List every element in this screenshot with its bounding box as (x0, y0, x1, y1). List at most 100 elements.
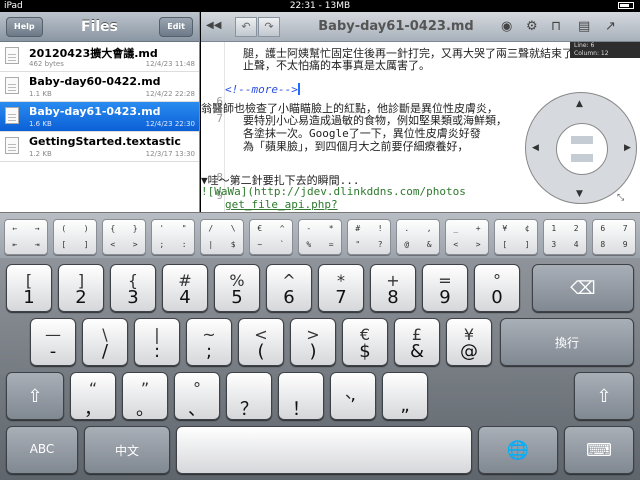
code-line[interactable]: get_file_api.php? (225, 198, 338, 211)
expand-icon[interactable]: ⤡ (617, 193, 624, 203)
extra-key[interactable]: ' "; : (151, 219, 195, 255)
document-icon (5, 107, 19, 124)
key-exclamation[interactable]: ！ (278, 372, 324, 420)
document-icon (5, 47, 19, 64)
file-item[interactable]: 20120423擴大會議.md 462 bytes 12/4/23 11:48 (0, 42, 199, 72)
code-line[interactable]: <!--more--> (225, 83, 300, 96)
extra-key[interactable]: # ! " ? (347, 219, 391, 255)
file-item[interactable]: Baby-day60-0422.md 1.1 KB 12/4/22 22:28 (0, 72, 199, 102)
key-slash[interactable]: \ / (82, 318, 128, 366)
hide-keyboard-key[interactable]: ⌨ (564, 426, 634, 474)
code-line[interactable]: ![WaWa](http://jdev.dlinkddns.com/photos (201, 185, 466, 198)
file-date: 12/3/17 13:30 (145, 150, 195, 158)
key-0[interactable]: ° 0 (474, 264, 520, 312)
clock: 22:31 (289, 1, 316, 11)
key-7[interactable]: * 7 (318, 264, 364, 312)
shift-left-key[interactable]: ⇧ (6, 372, 64, 420)
status-bar: iPad 22:31 - 13MB (0, 0, 640, 12)
selection-handle[interactable] (556, 123, 608, 175)
share-icon[interactable]: ↗ (605, 19, 616, 34)
arrow-right-icon[interactable]: ▶ (624, 143, 631, 153)
file-date: 12/4/23 11:48 (145, 60, 195, 68)
key-open-paren[interactable]: <( (238, 318, 284, 366)
extra-key[interactable]: ( )[ ] (53, 219, 97, 255)
space-key[interactable] (176, 426, 472, 474)
file-item[interactable]: GettingStarted.textastic 1.2 KB 12/3/17 … (0, 132, 199, 162)
document-title: Baby-day61-0423.md (318, 19, 474, 34)
preview-eye-icon[interactable]: ◉ (501, 19, 512, 34)
shift-right-key[interactable]: ⇧ (574, 372, 634, 420)
key-low-quote[interactable]: „ (382, 372, 428, 420)
file-date: 12/4/22 22:28 (145, 90, 195, 98)
extra-key[interactable]: _ + < > (445, 219, 489, 255)
backspace-icon: ⌫ (570, 278, 596, 299)
file-item-selected[interactable]: Baby-day61-0423.md 1.6 KB 12/4/23 22:30 (0, 102, 199, 132)
file-size: 1.6 KB (29, 120, 52, 128)
more-comment: <!--more--> (225, 83, 298, 96)
arrow-up-icon[interactable]: ▲ (576, 99, 583, 109)
file-size: 462 bytes (29, 60, 64, 68)
extra-key[interactable]: € ^ ~ ` (249, 219, 293, 255)
settings-gear-icon[interactable]: ⚙ (526, 19, 538, 34)
symbols-icon[interactable]: ⊓ (551, 19, 561, 34)
document-icon[interactable]: ▤ (578, 19, 590, 34)
extra-key[interactable]: - *% = (298, 219, 342, 255)
file-sidebar: Help Files Edit 20120423擴大會議.md 462 byte… (0, 12, 200, 212)
extra-key[interactable]: { } < > (102, 219, 146, 255)
key-9[interactable]: = 9 (422, 264, 468, 312)
key-ideographic-comma[interactable]: °、 (174, 372, 220, 420)
key-fullwidth-period[interactable]: ”。 (122, 372, 168, 420)
extra-key[interactable]: 1 23 4 (543, 219, 587, 255)
document-icon (5, 137, 19, 154)
key-6[interactable]: ^ 6 (266, 264, 312, 312)
text-caret (297, 83, 300, 95)
arrow-left-icon[interactable]: ◀ (532, 143, 539, 153)
editor-toolbar: ◀◀ ↶ ↷ Baby-day61-0423.md ◉ ⚙ ⊓ ▤ ↗ (201, 12, 640, 42)
extra-key[interactable]: ← → ⇤ ⇥ (4, 219, 48, 255)
document-icon (5, 77, 19, 94)
globe-icon: 🌐 (506, 440, 530, 461)
extra-key[interactable]: ¥ ¢[ ] (494, 219, 538, 255)
memory-readout: 13MB (324, 1, 351, 11)
onscreen-keyboard: [1 ] 2 {3 #4 % 5 ^ 6 * 7 +8 = 9 ° 0 ⌫ — - \ / |:… (0, 258, 640, 480)
key-dollar[interactable]: € $ (342, 318, 388, 366)
undo-icon[interactable]: ↶ (235, 17, 257, 37)
key-1[interactable]: [1 (6, 264, 52, 312)
redo-icon[interactable]: ↷ (258, 17, 280, 37)
backspace-key[interactable]: ⌫ (532, 264, 634, 312)
key-close-paren[interactable]: >) (290, 318, 336, 366)
file-name: GettingStarted.textastic (29, 135, 181, 148)
key-hyphen[interactable]: — - (30, 318, 76, 366)
return-key[interactable]: 換行 (500, 318, 634, 366)
chinese-key[interactable]: 中文 (84, 426, 170, 474)
file-date: 12/4/23 22:30 (145, 120, 195, 128)
key-5[interactable]: % 5 (214, 264, 260, 312)
key-at[interactable]: ¥ @ (446, 318, 492, 366)
key-apostrophe[interactable]: 、’ (330, 372, 376, 420)
key-4[interactable]: #4 (162, 264, 208, 312)
file-name: Baby-day61-0423.md (29, 105, 161, 118)
key-8[interactable]: +8 (370, 264, 416, 312)
key-colon[interactable]: |: (134, 318, 180, 366)
cursor-position: Line: 6 Column: 12 (570, 42, 640, 58)
extra-key[interactable]: . , @ & (396, 219, 440, 255)
key-3[interactable]: {3 (110, 264, 156, 312)
code-line[interactable]: 為「蘋果臉」，到四個月大之前要仔細療養好， (243, 138, 469, 154)
key-semicolon[interactable]: ~; (186, 318, 232, 366)
edit-button[interactable]: Edit (159, 17, 193, 37)
code-line[interactable]: 止聲，不太怕痛的本事真是太厲害了。 (243, 57, 430, 73)
arrow-down-icon[interactable]: ▼ (576, 189, 583, 199)
cursor-navigation-pad[interactable]: ▲ ▼ ◀ ▶ (525, 92, 637, 204)
file-size: 1.1 KB (29, 90, 52, 98)
sidebar-header: Help Files Edit (0, 12, 199, 42)
globe-key[interactable]: 🌐 (478, 426, 558, 474)
collapse-sidebar-icon[interactable]: ◀◀ (206, 20, 221, 31)
extra-key[interactable]: / \ | $ (200, 219, 244, 255)
abc-key[interactable]: ABC (6, 426, 78, 474)
battery-icon (614, 0, 634, 12)
key-question[interactable]: ？ (226, 372, 272, 420)
extra-key[interactable]: 6 78 9 (592, 219, 636, 255)
key-ampersand[interactable]: £ & (394, 318, 440, 366)
key-2[interactable]: ] 2 (58, 264, 104, 312)
key-fullwidth-comma[interactable]: “， (70, 372, 116, 420)
